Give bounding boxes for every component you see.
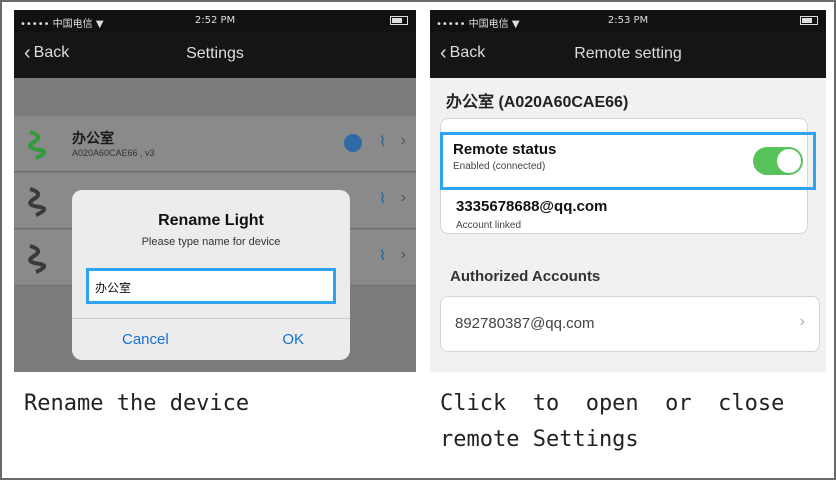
device-header: 办公室 (A020A60CAE66) (446, 94, 629, 111)
caption-right: Click to open or close remote Settings (440, 386, 784, 458)
remote-settings: 办公室 (A020A60CAE66) Remote status Enabled… (430, 78, 826, 372)
dialog-buttons: Cancel OK (72, 318, 350, 360)
battery-icon (800, 16, 818, 25)
chevron-right-icon: › (799, 313, 805, 330)
chevron-right-icon: › (400, 189, 406, 206)
caption-right-line1: Click to open or close (440, 391, 785, 416)
right-phone-screen: ••••• 中国电信 ▼ 2:53 PM ‹ Back Remote setti… (430, 10, 826, 372)
nav-bar: ‹ Back Settings (14, 32, 416, 78)
toggle-knob (777, 149, 801, 173)
status-bar: ••••• 中国电信 ▼ 2:52 PM (14, 10, 416, 32)
authorized-account-item[interactable]: 892780387@qq.com › (440, 296, 820, 352)
remote-icon[interactable]: ⌇ (379, 190, 386, 207)
device-name: 办公室 (72, 130, 114, 146)
authorized-account-email: 892780387@qq.com (455, 315, 595, 332)
authorized-accounts-title: Authorized Accounts (450, 268, 601, 285)
name-input-highlight (86, 268, 336, 304)
globe-icon[interactable] (344, 134, 362, 152)
remote-status-toggle[interactable] (753, 147, 803, 175)
light-icon (28, 130, 47, 160)
status-time: 2:52 PM (194, 15, 236, 26)
cancel-button[interactable]: Cancel (122, 331, 169, 348)
remote-status-sub: Enabled (connected) (453, 161, 546, 172)
remote-icon[interactable]: ⌇ (379, 247, 386, 264)
left-phone-screen: ••••• 中国电信 ▼ 2:52 PM ‹ Back Settings 办公室… (14, 10, 416, 372)
status-time: 2:53 PM (607, 15, 649, 26)
chevron-right-icon: › (400, 132, 406, 149)
light-icon (28, 244, 47, 274)
ok-button[interactable]: OK (282, 331, 304, 348)
chevron-right-icon: › (400, 246, 406, 263)
linked-account-sub: Account linked (456, 220, 522, 231)
light-icon (28, 187, 47, 217)
remote-status-row: Remote status Enabled (connected) (440, 132, 816, 190)
device-name-input[interactable] (95, 277, 325, 297)
linked-account-email: 3335678688@qq.com (456, 198, 608, 215)
list-item[interactable]: 办公室 A020A60CAE66 , v3 ⌇ › (14, 116, 416, 172)
battery-icon (390, 16, 408, 25)
dialog-message: Please type name for device (141, 236, 281, 248)
nav-bar: ‹ Back Remote setting (430, 32, 826, 78)
status-bar: ••••• 中国电信 ▼ 2:53 PM (430, 10, 826, 32)
dialog-title: Rename Light (158, 212, 264, 229)
page-title: Settings (186, 45, 244, 62)
remote-icon[interactable]: ⌇ (379, 133, 386, 150)
rename-dialog: Rename Light Please type name for device… (72, 190, 350, 360)
caption-left: Rename the device (24, 391, 250, 416)
remote-status-label: Remote status (453, 141, 557, 158)
page-title: Remote setting (574, 45, 682, 62)
caption-right-line2: remote Settings (440, 427, 639, 452)
device-id: A020A60CAE66 , v3 (72, 148, 155, 158)
